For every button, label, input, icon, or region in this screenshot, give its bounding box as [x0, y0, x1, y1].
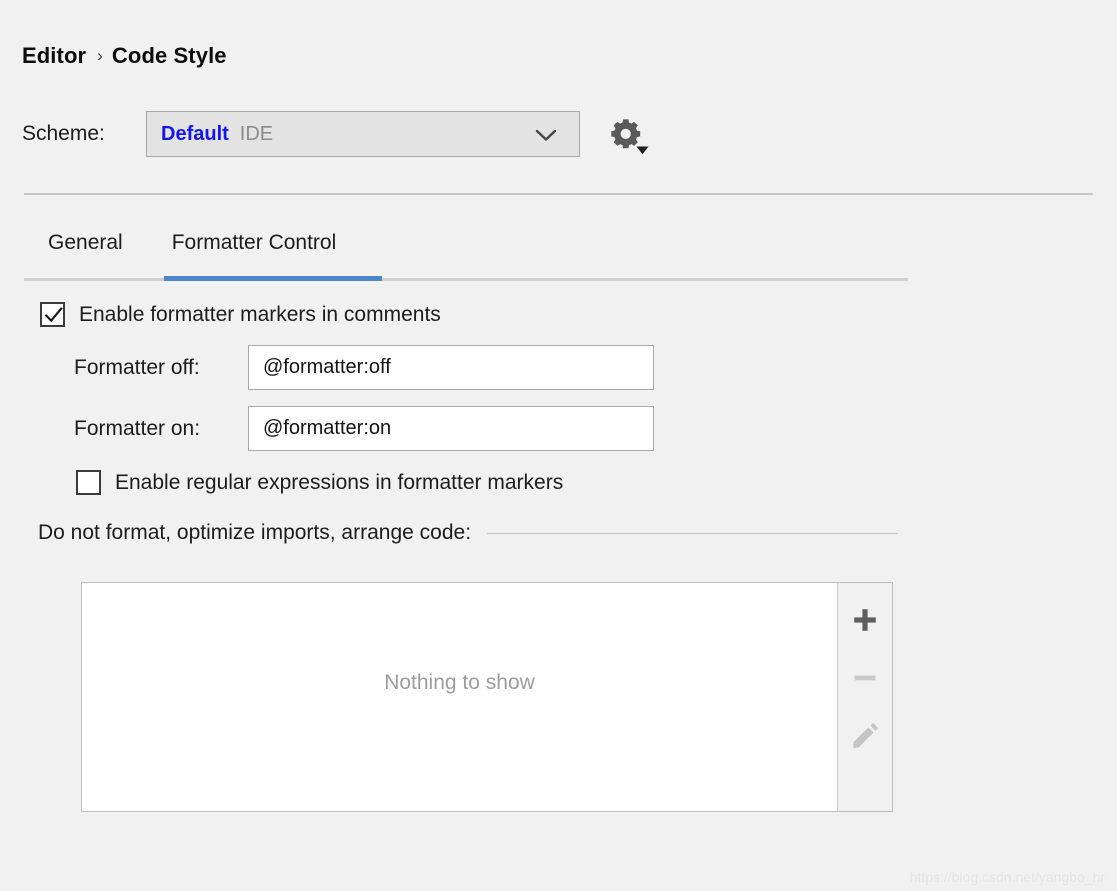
exclusions-list[interactable]: Nothing to show	[82, 583, 837, 811]
tab-bar: General Formatter Control	[24, 228, 908, 283]
section-header-do-not-format: Do not format, optimize imports, arrange…	[38, 521, 898, 545]
scheme-combobox[interactable]: Default IDE	[146, 111, 580, 157]
checkbox-enable-formatter-markers-label: Enable formatter markers in comments	[79, 302, 441, 326]
remove-button[interactable]	[838, 649, 892, 707]
scheme-label: Scheme:	[22, 122, 105, 145]
watermark: https://blog.csdn.net/yangbo_hr	[909, 869, 1105, 885]
scheme-value-name: Default	[161, 122, 229, 145]
checkbox-checked-icon[interactable]	[40, 302, 65, 327]
exclusions-toolbar	[837, 583, 892, 811]
formatter-off-input[interactable]	[248, 345, 654, 390]
formatter-on-input[interactable]	[248, 406, 654, 451]
tab-general[interactable]: General	[48, 228, 123, 274]
breadcrumb-separator-icon: ›	[97, 46, 103, 65]
breadcrumb: Editor › Code Style	[22, 43, 227, 69]
pencil-icon	[853, 722, 879, 748]
formatter-off-label: Formatter off:	[74, 355, 200, 379]
section-header-label: Do not format, optimize imports, arrange…	[38, 521, 472, 544]
breadcrumb-item-code-style: Code Style	[111, 43, 227, 68]
tab-active-indicator	[164, 276, 382, 281]
plus-icon	[854, 609, 876, 631]
chevron-down-icon[interactable]	[535, 129, 557, 142]
add-button[interactable]	[838, 591, 892, 649]
gear-dropdown-arrow-icon	[636, 146, 649, 155]
exclusions-empty-placeholder: Nothing to show	[384, 671, 535, 694]
minus-icon	[854, 675, 876, 681]
scheme-settings-gear-button[interactable]	[608, 116, 649, 155]
exclusions-list-panel: Nothing to show	[81, 582, 893, 812]
scheme-row: Scheme: Default IDE	[22, 110, 649, 158]
checkbox-enable-regular-expressions-label: Enable regular expressions in formatter …	[115, 470, 564, 494]
scheme-value-scope: IDE	[239, 122, 274, 145]
checkbox-unchecked-icon[interactable]	[76, 470, 101, 495]
formatter-on-label: Formatter on:	[74, 416, 201, 440]
edit-button[interactable]	[838, 707, 892, 765]
header-divider	[24, 193, 1093, 195]
tab-formatter-control[interactable]: Formatter Control	[172, 228, 337, 274]
section-header-rule	[487, 532, 898, 534]
checkbox-enable-formatter-markers[interactable]: Enable formatter markers in comments	[40, 302, 441, 327]
tab-underline-track	[24, 278, 908, 281]
breadcrumb-item-editor[interactable]: Editor	[22, 43, 86, 68]
formatter-on-row: Formatter on:	[74, 406, 654, 451]
formatter-off-row: Formatter off:	[74, 345, 654, 390]
checkbox-enable-regular-expressions[interactable]: Enable regular expressions in formatter …	[76, 470, 563, 495]
